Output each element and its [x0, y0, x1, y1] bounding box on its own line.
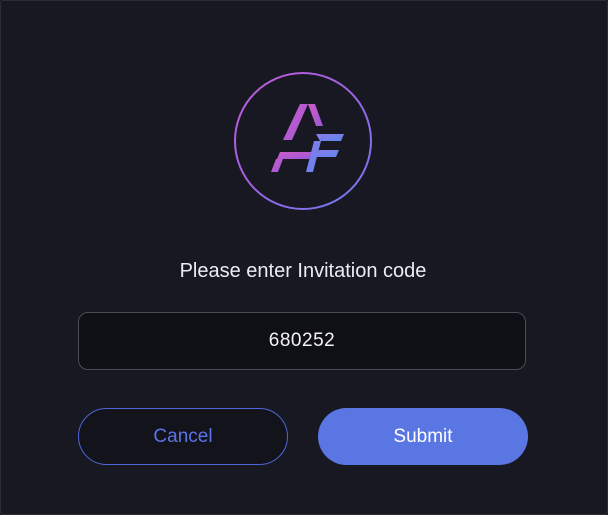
- logo-badge: [234, 72, 372, 210]
- invitation-prompt: Please enter Invitation code: [179, 260, 427, 282]
- submit-button[interactable]: Submit: [318, 408, 528, 465]
- cancel-button[interactable]: Cancel: [78, 408, 288, 465]
- invitation-code-dialog: Please enter Invitation code Cancel Subm…: [0, 0, 608, 515]
- af-logo-icon: [271, 104, 344, 172]
- invitation-code-input[interactable]: [78, 312, 526, 370]
